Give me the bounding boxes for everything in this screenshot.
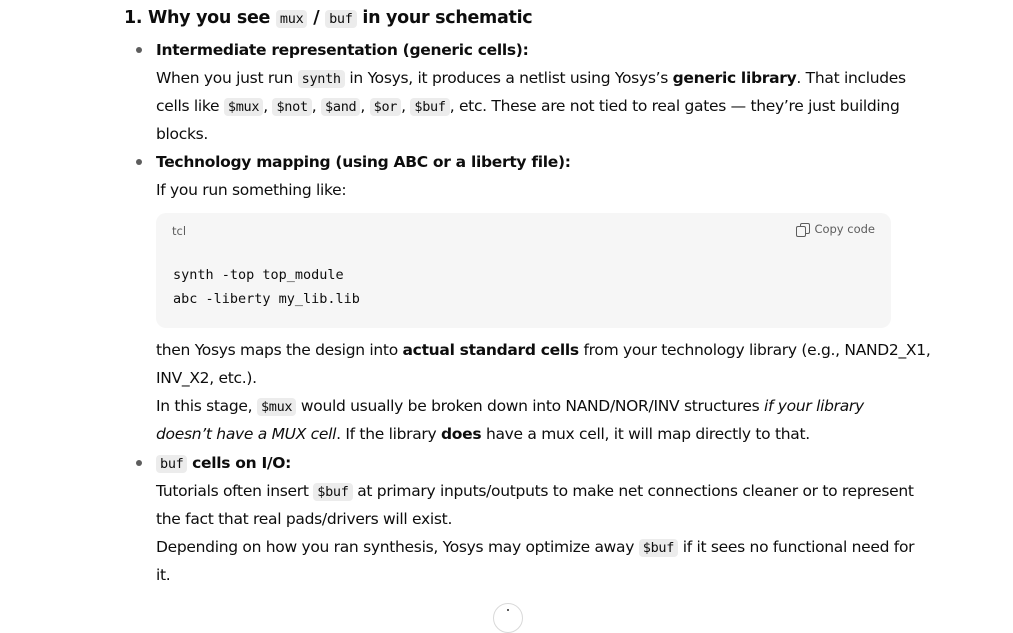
text: in Yosys, it produces a netlist using Yo… — [349, 69, 668, 87]
section3-line1: Tutorials often insert $buf at primary i… — [156, 477, 914, 506]
code-line: synth -top top_module — [173, 267, 344, 283]
heading-code-buf: buf — [325, 10, 357, 28]
heading-suffix: in your schematic — [362, 8, 533, 28]
text: Tutorials often insert — [156, 482, 309, 500]
code-cell: $and — [321, 98, 361, 116]
code-cell: $or — [369, 98, 402, 116]
section-heading: 1. Why you see mux / buf in your schemat… — [124, 6, 533, 31]
code-buf: $buf — [638, 539, 679, 557]
text: Depending on how you ran synthesis, Yosy… — [156, 538, 635, 556]
copy-code-label: Copy code — [814, 222, 875, 236]
text: When you just run — [156, 69, 293, 87]
section3-line2: the fact that real pads/drivers will exi… — [156, 510, 453, 528]
code-cell: $buf — [410, 98, 450, 116]
text: In this stage, — [156, 397, 253, 415]
italic-text: if your library — [764, 397, 864, 415]
section2-line7: doesn’t have a MUX cell. If the library … — [156, 420, 810, 448]
bullet-dot — [136, 159, 142, 165]
copy-code-button[interactable]: Copy code — [796, 222, 875, 237]
code-cell: $not — [272, 98, 312, 116]
heading-code-mux: mux — [275, 10, 308, 28]
arrow-down-icon — [507, 609, 509, 611]
section2-line6: In this stage, $mux would usually be bro… — [156, 392, 864, 421]
scroll-down-button[interactable] — [493, 603, 523, 633]
text: . If the library — [336, 425, 437, 443]
section2-line4: then Yosys maps the design into actual s… — [156, 336, 931, 364]
text: then Yosys maps the design into — [156, 341, 398, 359]
section3-line3: Depending on how you ran synthesis, Yosy… — [156, 533, 915, 562]
bold-text: generic library — [672, 69, 797, 87]
code-language-label: tcl — [172, 224, 187, 238]
text: from your technology library (e.g., NAND… — [583, 341, 931, 359]
text: have a mux cell, it will map directly to… — [485, 425, 810, 443]
code-mux: $mux — [256, 398, 297, 416]
code-synth: synth — [297, 70, 345, 88]
code-buf: buf — [156, 455, 188, 473]
bold-text: does — [441, 425, 482, 443]
section1-line2: cells like $mux, $not, $and, $or, $buf, … — [156, 97, 900, 116]
code-buf: $buf — [313, 483, 353, 501]
italic-text: doesn’t have a MUX cell — [156, 425, 337, 443]
section3-line4: it. — [156, 566, 171, 584]
code-line: abc -liberty my_lib.lib — [173, 291, 360, 307]
copy-icon — [796, 222, 811, 237]
section2-title-line: Technology mapping (using ABC or a liber… — [156, 148, 571, 176]
text: would usually be broken down into NAND/N… — [300, 397, 760, 415]
text: if it sees no functional need for — [682, 538, 915, 556]
section2-intro: If you run something like: — [156, 181, 347, 199]
section1-title-line: Intermediate representation (generic cel… — [156, 36, 529, 64]
text: cells like — [156, 97, 220, 115]
code-cell: $mux — [223, 98, 264, 116]
text: . That includes — [796, 69, 906, 87]
section1-line3: blocks. — [156, 125, 209, 143]
code-content: synth -top top_module abc -liberty my_li… — [173, 263, 360, 311]
bullet-dot — [136, 47, 142, 53]
code-block: tcl Copy code synth -top top_module abc … — [156, 213, 891, 328]
heading-separator: / — [313, 8, 320, 28]
section2-title: Technology mapping (using ABC or a liber… — [156, 153, 571, 171]
section2-line5: INV_X2, etc.). — [156, 369, 257, 387]
section1-line1: When you just run synth in Yosys, it pro… — [156, 64, 906, 93]
text: , etc. These are not tied to real gates … — [449, 97, 900, 115]
bullet-dot — [136, 460, 142, 466]
section1-title: Intermediate representation (generic cel… — [156, 41, 529, 59]
bold-text: actual standard cells — [402, 341, 580, 359]
text: at primary inputs/outputs to make net co… — [357, 482, 914, 500]
heading-prefix: 1. Why you see — [124, 8, 271, 28]
section3-title-line: buf cells on I/O: — [156, 449, 291, 478]
section3-title: cells on I/O: — [192, 454, 292, 472]
